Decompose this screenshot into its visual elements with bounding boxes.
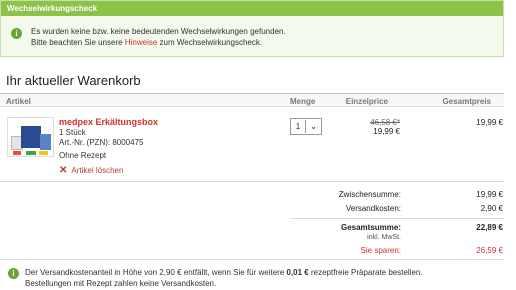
- quantity-select[interactable]: 1 ⌄: [290, 118, 322, 135]
- interaction-check-line2-before: Bitte beachten Sie unsere: [31, 38, 125, 47]
- info-icon: i: [8, 268, 19, 279]
- close-icon: ✕: [59, 165, 68, 176]
- total-value: 22,89 €: [476, 223, 503, 232]
- shipping-note: i Der Versandkostenanteil in Höhe von 2,…: [8, 267, 423, 289]
- chevron-down-icon: ⌄: [309, 121, 318, 131]
- column-header-article: Artikel: [6, 97, 31, 106]
- interaction-check-text: Es wurden keine bzw. keine bedeutenden W…: [31, 26, 286, 48]
- column-header-unit-price: Einzelprice: [345, 97, 388, 106]
- product-image[interactable]: [7, 117, 54, 157]
- interaction-check-box: Wechselwirkungscheck i Es wurden keine b…: [0, 0, 504, 57]
- cart-table-header: Artikel Menge Einzelprice Gesamtpreis: [0, 93, 504, 107]
- prescription-status: Ohne Rezept: [59, 151, 107, 160]
- info-icon: i: [11, 28, 22, 39]
- delete-article-link[interactable]: ✕ Artikel löschen: [59, 165, 123, 176]
- summary-divider: [290, 218, 504, 219]
- interaction-check-message: i Es wurden keine bzw. keine bedeutenden…: [11, 26, 286, 48]
- unit-price: 19,99 €: [373, 127, 400, 136]
- line-total-price: 19,99 €: [476, 118, 503, 127]
- cart-title: Ihr aktueller Warenkorb: [6, 73, 141, 88]
- vat-note: inkl. MwSt.: [367, 234, 401, 241]
- shipping-note-line1: Der Versandkostenanteil in Höhe von 2,90…: [25, 267, 423, 278]
- shipping-note-amount: 0,01 €: [286, 268, 309, 277]
- column-header-total-price: Gesamtpreis: [442, 97, 491, 106]
- quantity-value: 1: [295, 122, 301, 131]
- interaction-check-line2-after: zum Wechselwirkungscheck.: [157, 38, 263, 47]
- savings-value: 26,59 €: [476, 246, 503, 255]
- summary-bottom-divider: [0, 259, 504, 260]
- product-count: 1 Stück: [59, 128, 86, 137]
- hinweise-link[interactable]: Hinweise: [125, 38, 157, 47]
- column-header-quantity: Menge: [290, 97, 316, 106]
- shipping-label: Versandkosten:: [345, 204, 401, 213]
- shipping-note-text: Der Versandkostenanteil in Höhe von 2,90…: [25, 267, 423, 289]
- shipping-value: 2,90 €: [480, 204, 503, 213]
- savings-label: Sie sparen:: [360, 246, 401, 255]
- shipping-note-line1-before: Der Versandkostenanteil in Höhe von 2,90…: [25, 268, 287, 277]
- interaction-check-line2: Bitte beachten Sie unsere Hinweise zum W…: [31, 37, 286, 48]
- interaction-check-title: Wechselwirkungscheck: [1, 1, 503, 16]
- subtotal-value: 19,99 €: [476, 190, 503, 199]
- shipping-note-line2: Bestellungen mit Rezept zahlen keine Ver…: [25, 279, 217, 288]
- shipping-note-line1-after: rezeptfreie Präparate bestellen.: [308, 268, 423, 277]
- old-price: 46,58 €*: [370, 118, 400, 127]
- items-divider: [0, 181, 504, 182]
- delete-article-label: Artikel löschen: [71, 166, 124, 175]
- product-name-link[interactable]: medpex Erkältungsbox: [59, 117, 158, 127]
- total-label: Gesamtsumme:: [340, 223, 401, 232]
- interaction-check-line1: Es wurden keine bzw. keine bedeutenden W…: [31, 27, 286, 36]
- product-pzn: Art.-Nr. (PZN): 8000475: [59, 138, 144, 147]
- subtotal-label: Zwischensumme:: [338, 190, 401, 199]
